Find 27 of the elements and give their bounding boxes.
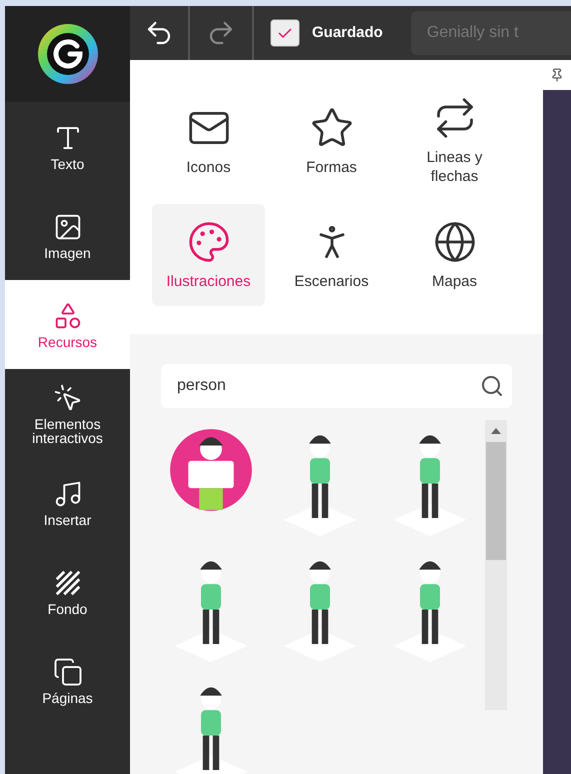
sidebar-item[interactable]: Páginas [5,636,130,725]
palette-icon [186,220,230,264]
sidebar-item[interactable]: Recursos [5,280,130,369]
category-tile[interactable]: Ilustraciones [152,204,265,306]
search-icon [480,374,504,398]
save-status: Guardado [312,22,383,43]
category-tile[interactable]: Mapas [398,204,511,306]
category-tile[interactable]: Formas [275,90,388,192]
sidebar-item[interactable]: Elementos interactivos [5,369,130,458]
pin-icon [550,68,564,82]
category-tile[interactable]: Iconos [152,90,265,192]
sidebar-item[interactable]: Fondo [5,547,130,636]
pin-tab[interactable] [543,60,571,90]
scroll-up-arrow-icon[interactable] [491,428,501,434]
stacked-pages-icon [52,656,82,686]
category-tile[interactable]: Lineas y flechas [398,90,511,192]
sidebar-item[interactable]: Insertar [5,458,130,547]
logo-icon[interactable] [36,22,100,86]
category-tile[interactable]: Escenarios [275,204,388,306]
checkbox-card-icon [270,19,300,47]
sidebar-item[interactable]: Texto [5,102,130,191]
search-field[interactable]: person [161,364,512,408]
globe-icon [432,220,476,264]
scrollbar-thumb[interactable] [486,442,506,560]
scrollbar[interactable] [485,420,507,710]
sidebar-item[interactable]: Imagen [5,191,130,280]
pointer-click-icon [52,382,82,412]
